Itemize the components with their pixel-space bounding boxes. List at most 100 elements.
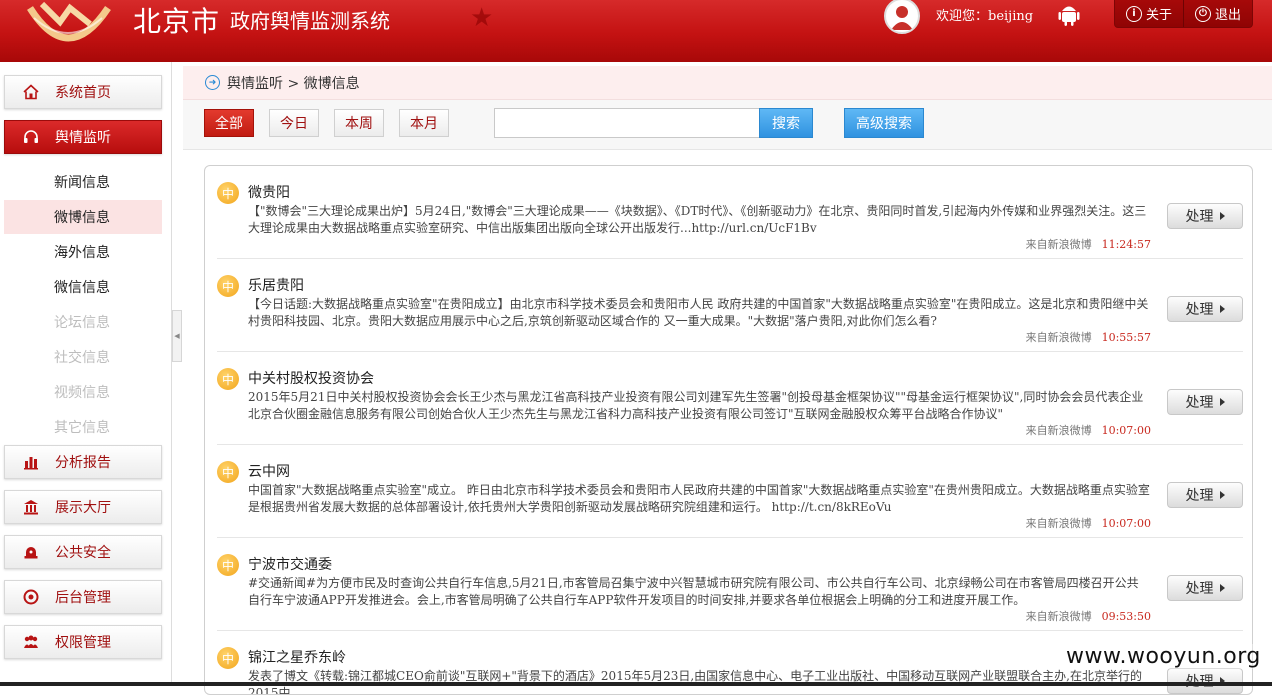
bar-chart-icon (23, 454, 39, 470)
sidebar-item-admin[interactable]: 后台管理 (4, 580, 162, 614)
list-item: 中 宁波市交通委 #交通新闻#为方便市民及时查询公共自行车信息,5月21日,市客… (217, 538, 1243, 631)
settings-icon (23, 589, 39, 605)
sidebar-item-hall[interactable]: 展示大厅 (4, 490, 162, 524)
post-source[interactable]: 微贵阳 (248, 182, 290, 202)
search-button[interactable]: 搜索 (759, 108, 813, 138)
sidebar-item-security[interactable]: 公共安全 (4, 535, 162, 569)
sentiment-badge: 中 (217, 275, 239, 297)
sidebar-collapse-handle[interactable]: ◀ (172, 310, 182, 362)
post-content: 2015年5月21日中关村股权投资协会会长王少杰与黑龙江省高科技产业投资有限公司… (248, 390, 1144, 421)
post-origin: 来自新浪微博 (1025, 517, 1092, 530)
about-link[interactable]: i 关于 (1115, 0, 1183, 27)
process-label: 处理 (1185, 488, 1214, 504)
list-item: 中 微贵阳 【"数博会"三大理论成果出炉】5月24日,"数博会"三大理论成果——… (217, 166, 1243, 259)
sidebar-subitem-forum: 论坛信息 (54, 315, 110, 331)
info-icon: i (1125, 5, 1142, 22)
sidebar-subitem-news[interactable]: 新闻信息 (4, 165, 162, 199)
sidebar-item-report[interactable]: 分析报告 (4, 445, 162, 479)
post-time: 10:07:00 (1101, 517, 1151, 530)
post-content: 【"数博会"三大理论成果出炉】5月24日,"数博会"三大理论成果——《块数据》、… (248, 204, 1147, 235)
post-time: 09:53:50 (1101, 610, 1151, 623)
post-source[interactable]: 云中网 (248, 461, 290, 481)
play-arrow-icon (1219, 491, 1225, 499)
sidebar-subitem-overseas[interactable]: 海外信息 (4, 235, 162, 269)
process-label: 处理 (1185, 209, 1214, 225)
post-time: 10:07:00 (1101, 424, 1151, 437)
post-content: 【今日话题:大数据战略重点实验室"在贵阳成立】由北京市科学技术委员会和贵阳市人民… (248, 297, 1149, 328)
sentiment-badge: 中 (217, 461, 239, 483)
process-button[interactable]: 处理 (1167, 203, 1243, 229)
post-time: 10:55:57 (1101, 331, 1151, 344)
post-origin: 来自新浪微博 (1025, 331, 1092, 344)
list-item: 中 云中网 中国首家"大数据战略重点实验室"成立。 昨日由北京市科学技术委员会和… (217, 445, 1243, 538)
filter-week[interactable]: 本周 (334, 109, 384, 137)
user-avatar[interactable] (884, 0, 920, 34)
post-source[interactable]: 锦江之星乔东岭 (248, 647, 346, 667)
sidebar-item-permissions[interactable]: 权限管理 (4, 625, 162, 659)
sidebar-item-label: 权限管理 (55, 635, 111, 651)
post-origin: 来自新浪微博 (1025, 238, 1092, 251)
post-source[interactable]: 宁波市交通委 (248, 554, 332, 574)
home-icon (23, 84, 39, 100)
advanced-search-button[interactable]: 高级搜索 (844, 108, 924, 138)
sidebar-subitem-weibo[interactable]: 微博信息 (4, 200, 162, 234)
sidebar-item-label: 展示大厅 (55, 500, 111, 516)
users-icon (23, 634, 39, 650)
logout-link[interactable]: ⏻ 退出 (1183, 0, 1252, 27)
sidebar-item-label: 舆情监听 (55, 130, 111, 146)
filter-today[interactable]: 今日 (269, 109, 319, 137)
process-label: 处理 (1185, 395, 1214, 411)
sidebar-item-home[interactable]: 系统首页 (4, 75, 162, 109)
sidebar-subitem-social: 社交信息 (54, 350, 110, 366)
process-button[interactable]: 处理 (1167, 389, 1243, 415)
search-input[interactable] (494, 108, 760, 138)
filter-all[interactable]: 全部 (204, 109, 254, 137)
android-icon[interactable] (1058, 2, 1080, 26)
sidebar: 系统首页 舆情监听 新闻信息 微博信息 海外信息 微信信息 论坛信息 社交信息 … (0, 62, 172, 686)
arrow-circle-icon: ➜ (205, 75, 220, 90)
app-header: 北京市 政府舆情监测系统 ★ 欢迎您：beijing i 关于 ⏻ 退出 (0, 0, 1272, 62)
play-arrow-icon (1219, 305, 1225, 313)
sentiment-badge: 中 (217, 554, 239, 576)
list-item: 中 乐居贵阳 【今日话题:大数据战略重点实验室"在贵阳成立】由北京市科学技术委员… (217, 259, 1243, 352)
filter-bar: 全部 今日 本周 本月 搜索 高级搜索 (183, 100, 1272, 150)
post-meta: 来自新浪微博 10:07:00 (1026, 515, 1151, 531)
filter-month[interactable]: 本月 (399, 109, 449, 137)
watermark-text: www.wooyun.org (1066, 644, 1261, 669)
power-icon: ⏻ (1194, 5, 1211, 22)
alarm-icon (23, 544, 39, 560)
post-content: #交通新闻#为方便市民及时查询公共自行车信息,5月21日,市客管局召集宁波中兴智… (248, 576, 1139, 607)
process-label: 处理 (1185, 302, 1214, 318)
post-source[interactable]: 中关村股权投资协会 (248, 368, 374, 388)
sentiment-badge: 中 (217, 368, 239, 390)
about-label: 关于 (1145, 8, 1172, 23)
play-arrow-icon (1219, 584, 1225, 592)
sidebar-item-monitor[interactable]: 舆情监听 (4, 120, 162, 154)
post-meta: 来自新浪微博 10:55:57 (1026, 329, 1151, 345)
weibo-list: 中 微贵阳 【"数博会"三大理论成果出炉】5月24日,"数博会"三大理论成果——… (204, 165, 1253, 695)
top-links: i 关于 ⏻ 退出 (1114, 0, 1253, 28)
process-label: 处理 (1185, 581, 1214, 597)
sidebar-item-label: 分析报告 (55, 455, 111, 471)
post-content: 中国首家"大数据战略重点实验室"成立。 昨日由北京市科学技术委员会和贵阳市人民政… (248, 483, 1150, 514)
process-button[interactable]: 处理 (1167, 296, 1243, 322)
sidebar-subitem-other: 其它信息 (54, 420, 110, 436)
process-button[interactable]: 处理 (1167, 482, 1243, 508)
sidebar-subitem-video: 视频信息 (54, 385, 110, 401)
welcome-text: 欢迎您：beijing (936, 9, 1034, 24)
process-button[interactable]: 处理 (1167, 575, 1243, 601)
bottom-edge (0, 682, 1272, 686)
sidebar-subitem-wechat[interactable]: 微信信息 (4, 270, 162, 304)
city-title: 北京市 (133, 5, 221, 38)
process-button[interactable]: 处理 (1167, 668, 1243, 694)
play-arrow-icon (1219, 212, 1225, 220)
user-icon (891, 6, 913, 30)
headphones-icon (23, 129, 39, 145)
sidebar-item-label: 后台管理 (55, 590, 111, 606)
post-meta: 来自新浪微博 09:53:50 (1026, 608, 1151, 624)
breadcrumb-text: 舆情监听 > 微博信息 (227, 75, 360, 92)
post-source[interactable]: 乐居贵阳 (248, 275, 304, 295)
post-time: 11:24:57 (1101, 238, 1151, 251)
star-icon: ★ (470, 3, 494, 33)
system-title: 政府舆情监测系统 (230, 9, 390, 33)
